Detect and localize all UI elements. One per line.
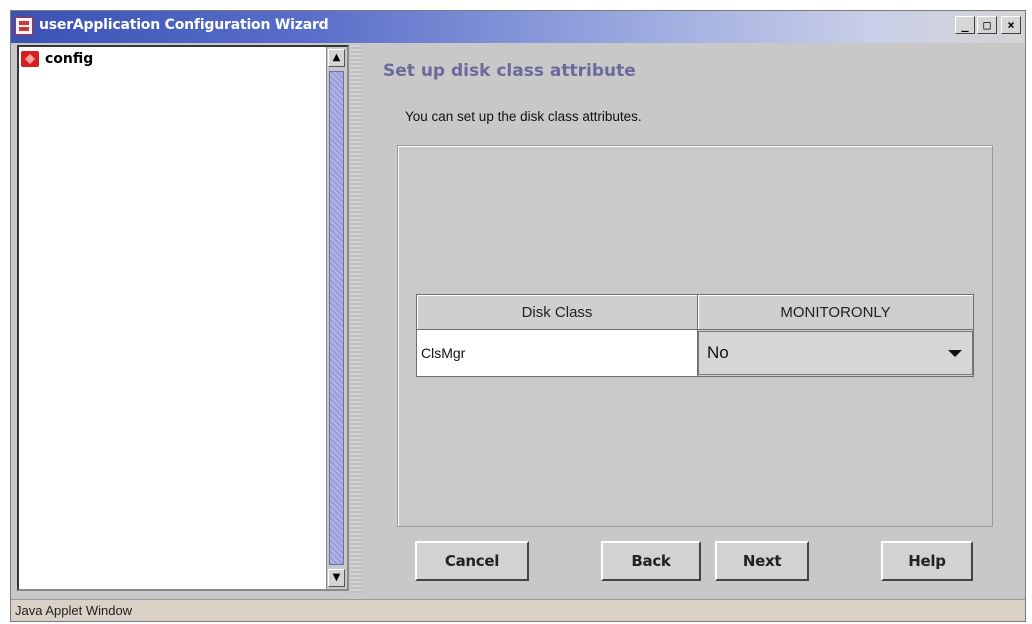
close-button[interactable]: × bbox=[1001, 16, 1021, 34]
tree-item-label: config bbox=[45, 51, 94, 67]
config-icon bbox=[21, 51, 39, 67]
tree-item-config[interactable]: config bbox=[21, 49, 93, 69]
monitoronly-value: No bbox=[707, 343, 729, 362]
help-button[interactable]: Help bbox=[881, 541, 973, 581]
split-pane-divider[interactable] bbox=[351, 45, 361, 593]
page-description: You can set up the disk class attributes… bbox=[405, 109, 642, 124]
monitoronly-cell: No bbox=[697, 329, 974, 377]
column-header-monitoronly[interactable]: MONITORONLY bbox=[697, 294, 974, 330]
table-row: ClsMgr No bbox=[416, 329, 974, 377]
monitoronly-dropdown[interactable]: No bbox=[698, 331, 973, 375]
title-bar: userApplication Configuration Wizard _ □… bbox=[11, 11, 1025, 43]
tree-scrollbar[interactable]: ▲ ▼ bbox=[326, 47, 347, 589]
window-controls: _ □ × bbox=[955, 16, 1021, 34]
window-title: userApplication Configuration Wizard bbox=[39, 17, 329, 33]
attribute-panel: Disk Class MONITORONLY ClsMgr No bbox=[397, 145, 993, 527]
disk-class-cell[interactable]: ClsMgr bbox=[416, 329, 698, 377]
wizard-window: userApplication Configuration Wizard _ □… bbox=[10, 10, 1026, 622]
page-heading: Set up disk class attribute bbox=[383, 61, 636, 81]
minimize-button[interactable]: _ bbox=[955, 16, 975, 34]
scroll-down-button[interactable]: ▼ bbox=[328, 569, 345, 587]
status-bar: Java Applet Window bbox=[11, 599, 1025, 621]
cancel-button[interactable]: Cancel bbox=[415, 541, 529, 581]
dropdown-arrow-icon[interactable] bbox=[948, 350, 962, 357]
config-tree-panel: config ▲ ▼ bbox=[17, 45, 349, 591]
back-button[interactable]: Back bbox=[601, 541, 701, 581]
disk-class-table: Disk Class MONITORONLY ClsMgr No bbox=[416, 294, 974, 377]
scroll-up-button[interactable]: ▲ bbox=[328, 49, 345, 67]
next-button[interactable]: Next bbox=[715, 541, 809, 581]
scroll-thumb[interactable] bbox=[329, 71, 344, 565]
application-icon bbox=[15, 17, 33, 35]
maximize-button[interactable]: □ bbox=[977, 16, 997, 34]
column-header-disk-class[interactable]: Disk Class bbox=[416, 294, 698, 330]
